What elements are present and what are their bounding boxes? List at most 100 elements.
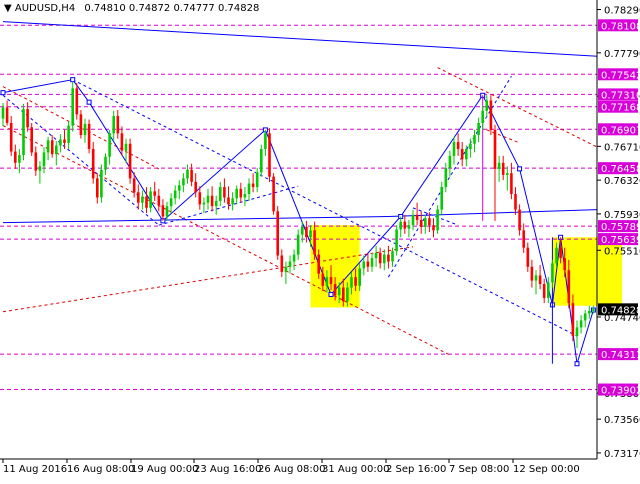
candle-body-6 <box>26 109 29 128</box>
candle-body-96 <box>395 229 398 252</box>
candle-body-106 <box>436 209 439 231</box>
candle-body-116 <box>477 122 480 136</box>
candle-body-115 <box>473 135 476 144</box>
candle-body-33 <box>137 192 140 203</box>
candle-body-117 <box>481 110 484 123</box>
candle-body-130 <box>534 275 538 281</box>
candle-body-38 <box>157 195 161 206</box>
candle-body-108 <box>444 168 448 188</box>
candle-body-110 <box>452 142 456 156</box>
time-tick-label: 12 Sep 00:00 <box>513 464 580 475</box>
candle-body-17 <box>71 88 74 126</box>
candle-body-29 <box>120 133 124 151</box>
candle-body-26 <box>108 133 111 157</box>
time-tick-label: 31 Aug 00:00 <box>322 464 389 475</box>
chart-header: ▼ AUDUSD,H4 0.74810 0.74872 0.74777 0.74… <box>4 3 259 14</box>
candle-body-15 <box>63 139 66 143</box>
candle-body-53 <box>219 187 222 201</box>
candle-body-124 <box>510 173 513 194</box>
candle-body-31 <box>128 143 132 179</box>
level-tag-0.74311: 0.74311 <box>601 350 640 361</box>
symbol-label: AUDUSD,H4 <box>14 3 76 14</box>
level-tag-0.77168: 0.77168 <box>601 103 640 114</box>
candle-body-64 <box>264 133 267 149</box>
candle-body-88 <box>362 261 366 269</box>
level-tag-0.78108: 0.78108 <box>601 21 640 32</box>
price-chart[interactable]: 0.782900.777900.772900.767100.763200.759… <box>0 0 640 480</box>
candle-body-114 <box>469 143 472 149</box>
candle-body-139 <box>571 303 575 337</box>
candle-body-30 <box>124 143 128 151</box>
candle-body-142 <box>583 313 587 321</box>
time-tick-label: 26 Aug 08:00 <box>258 464 325 475</box>
candle-body-39 <box>161 205 165 217</box>
candle-body-48 <box>198 192 202 205</box>
candle-body-76 <box>313 230 316 255</box>
candle-body-72 <box>296 234 300 255</box>
candle-body-42 <box>173 190 177 199</box>
candle-body-137 <box>563 258 566 271</box>
candle-body-34 <box>141 196 144 203</box>
candle-body-2 <box>9 122 13 152</box>
candle-body-10 <box>42 152 46 167</box>
price-tick-label: 0.77790 <box>604 49 640 60</box>
price-tick-label: 0.73170 <box>604 449 640 460</box>
price-tick-label: 0.75510 <box>604 246 640 257</box>
candle-body-93 <box>383 254 386 264</box>
level-tag-0.76907: 0.76907 <box>601 125 640 136</box>
level-tag-0.75789: 0.75789 <box>601 222 640 233</box>
candle-body-78 <box>321 273 325 286</box>
candle-body-45 <box>186 169 189 179</box>
wave-point-6 <box>328 291 334 297</box>
candle-body-4 <box>18 155 21 163</box>
candle-body-21 <box>87 123 91 149</box>
candle-body-132 <box>542 284 546 298</box>
candle-body-103 <box>424 218 427 227</box>
candle-body-24 <box>100 169 103 198</box>
candle-body-70 <box>288 261 292 267</box>
header-triangle-icon: ▼ <box>4 3 12 14</box>
candle-body-77 <box>317 254 320 274</box>
candle-body-112 <box>460 148 464 160</box>
wave-point-9 <box>517 166 523 172</box>
candle-body-11 <box>46 140 50 153</box>
candle-body-123 <box>506 173 509 175</box>
candle-body-13 <box>55 145 58 155</box>
wave-point-3 <box>86 99 92 105</box>
current-price-tag: 0.74828 <box>601 305 640 316</box>
candle-body-32 <box>132 178 136 193</box>
candle-body-121 <box>497 162 501 169</box>
candle-body-105 <box>432 225 435 231</box>
level-tag-0.77310: 0.77310 <box>601 90 640 101</box>
candle-body-27 <box>112 116 115 134</box>
price-tick-label: 0.78290 <box>604 6 640 17</box>
candle-body-87 <box>358 268 361 286</box>
candle-body-47 <box>194 181 197 193</box>
candle-body-85 <box>350 277 353 288</box>
price-tick-label: 0.76320 <box>604 176 640 187</box>
candle-body-74 <box>305 226 308 238</box>
candle-body-138 <box>567 270 571 304</box>
candle-body-46 <box>190 169 193 182</box>
candle-body-102 <box>419 219 423 227</box>
chart-window[interactable]: ▼ AUDUSD,H4 0.74810 0.74872 0.74777 0.74… <box>0 0 640 480</box>
candle-body-65 <box>268 133 271 177</box>
candle-body-62 <box>255 172 259 188</box>
candle-body-94 <box>387 254 390 262</box>
time-tick-label: 2 Sep 16:00 <box>386 464 446 475</box>
level-tag-0.76458: 0.76458 <box>601 164 640 175</box>
candle-body-66 <box>272 176 275 212</box>
candle-body-97 <box>399 221 402 230</box>
candle-body-131 <box>538 275 542 285</box>
candle-body-54 <box>223 187 226 198</box>
candle-body-22 <box>91 148 95 179</box>
candle-body-16 <box>67 125 70 143</box>
candle-body-90 <box>370 258 374 267</box>
candle-body-0 <box>1 107 5 119</box>
candle-body-84 <box>346 287 349 302</box>
candle-body-129 <box>530 266 534 281</box>
time-tick-label: 23 Aug 16:00 <box>194 464 261 475</box>
candle-body-67 <box>276 211 279 256</box>
candle-body-55 <box>227 197 230 205</box>
price-tick-label: 0.76710 <box>604 142 640 153</box>
